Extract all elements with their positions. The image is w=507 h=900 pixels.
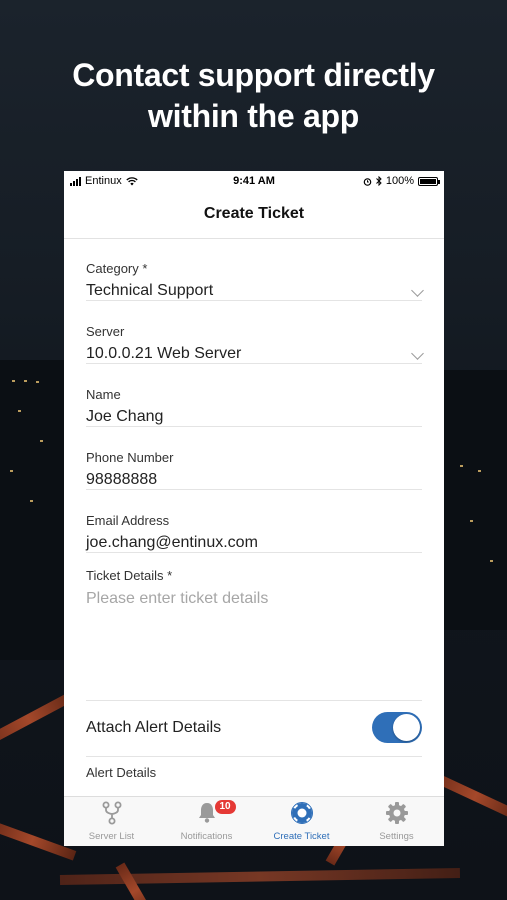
attach-alert-toggle[interactable] xyxy=(372,712,422,743)
headline-line-1: Contact support directly xyxy=(72,57,435,93)
chevron-down-icon xyxy=(411,347,424,360)
status-bar: Entinux 9:41 AM 100% xyxy=(64,171,444,191)
promo-headline: Contact support directly within the app xyxy=(0,55,507,137)
email-value: joe.chang@entinux.com xyxy=(86,534,258,551)
lifebuoy-icon xyxy=(289,801,314,825)
tab-bar: Server List 10 Notifications Create Tick… xyxy=(64,796,444,846)
email-label: Email Address xyxy=(86,513,170,528)
server-select[interactable]: Server 10.0.0.21 Web Server xyxy=(86,301,424,364)
ticket-details-label: Ticket Details * xyxy=(86,568,173,583)
alarm-icon xyxy=(363,177,372,186)
toggle-knob xyxy=(393,714,420,741)
phone-value: 98888888 xyxy=(86,471,158,488)
tab-notifications[interactable]: 10 Notifications xyxy=(159,797,254,846)
name-field[interactable]: Name Joe Chang xyxy=(86,364,422,427)
phone-field[interactable]: Phone Number 98888888 xyxy=(86,427,422,490)
name-value: Joe Chang xyxy=(86,408,164,425)
tab-label: Settings xyxy=(379,831,414,842)
alert-details-label: Alert Details xyxy=(86,765,157,780)
battery-percent: 100% xyxy=(385,175,414,187)
nav-bar: Create Ticket xyxy=(64,191,444,239)
tab-label: Server List xyxy=(88,831,135,842)
phone-label: Phone Number xyxy=(86,450,174,465)
tab-server-list[interactable]: Server List xyxy=(64,797,159,846)
ticket-details-placeholder: Please enter ticket details xyxy=(86,590,269,607)
phone-screen: Entinux 9:41 AM 100% Create Ticket Categ… xyxy=(64,171,444,846)
attach-alert-label: Attach Alert Details xyxy=(86,719,222,736)
battery-icon xyxy=(418,176,440,186)
chevron-down-icon xyxy=(411,284,424,297)
page-title: Create Ticket xyxy=(203,205,305,222)
category-select[interactable]: Category * Technical Support xyxy=(86,238,424,301)
tab-label: Notifications xyxy=(180,831,233,842)
ticket-details-field[interactable]: Ticket Details * Please enter ticket det… xyxy=(86,553,422,701)
tab-label: Create Ticket xyxy=(273,831,330,842)
headline-line-2: within the app xyxy=(148,98,359,134)
server-value: 10.0.0.21 Web Server xyxy=(86,345,242,362)
attach-alert-row: Attach Alert Details xyxy=(86,701,422,757)
notification-badge: 10 xyxy=(214,800,236,814)
name-label: Name xyxy=(86,387,121,402)
tab-settings[interactable]: Settings xyxy=(349,797,444,846)
tab-create-ticket[interactable]: Create Ticket xyxy=(254,797,349,846)
gear-icon xyxy=(385,802,408,824)
category-value: Technical Support xyxy=(86,282,214,299)
ticket-form: Category * Technical Support Server 10.0… xyxy=(86,238,424,780)
email-field[interactable]: Email Address joe.chang@entinux.com xyxy=(86,490,422,553)
branch-icon xyxy=(102,801,121,825)
bluetooth-icon xyxy=(376,176,382,186)
category-label: Category * xyxy=(86,261,148,276)
server-label: Server xyxy=(86,324,125,339)
